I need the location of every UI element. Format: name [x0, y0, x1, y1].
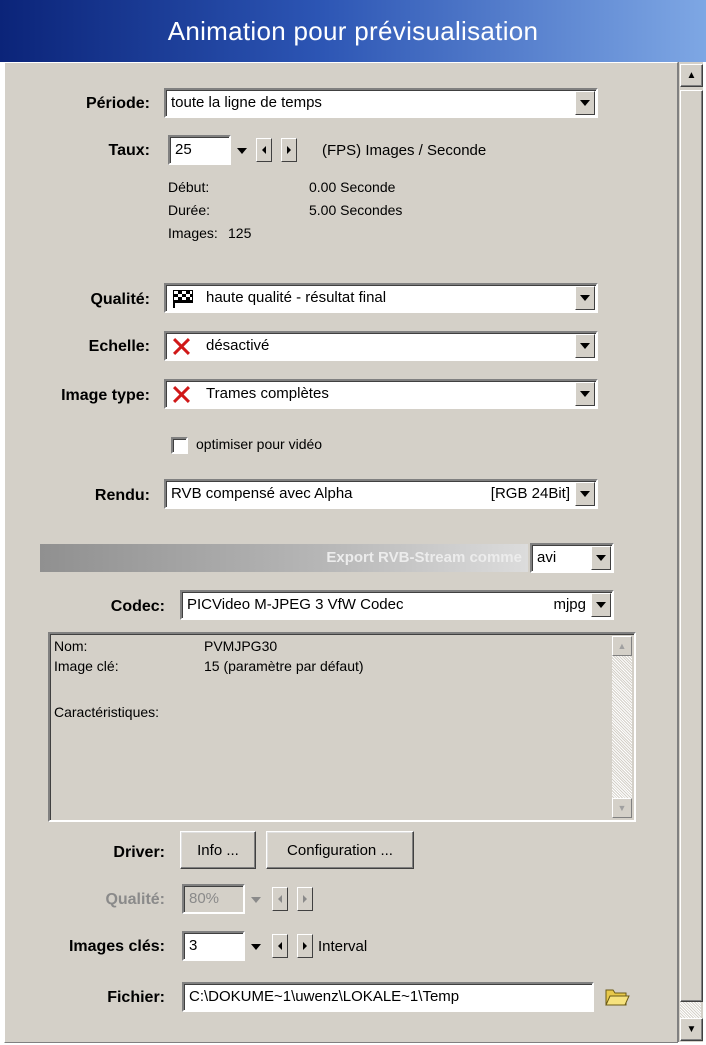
export-format-value: avi: [537, 549, 557, 566]
periode-dropdown-button[interactable]: [575, 91, 595, 115]
qualite-dropdown-button[interactable]: [575, 286, 595, 310]
scroll-thumb[interactable]: [680, 90, 703, 1002]
qualite-select[interactable]: haute qualité - résultat final: [164, 283, 598, 313]
periode-select[interactable]: toute la ligne de temps: [164, 88, 598, 118]
optimiser-checkbox[interactable]: [171, 437, 188, 454]
qualite-label: Qualité:: [90, 291, 150, 308]
codec-qualite-decrement-button[interactable]: [272, 887, 288, 911]
driver-info-button[interactable]: Info ...: [180, 831, 256, 869]
codec-keyframe-value: 15 (paramètre par défaut): [204, 658, 364, 674]
rendu-select[interactable]: RVB compensé avec Alpha [RGB 24Bit]: [164, 479, 598, 509]
codec-characteristics-label: Caractéristiques:: [54, 704, 160, 720]
arrow-left-icon: [262, 146, 266, 154]
scroll-down-button[interactable]: ▼: [680, 1018, 703, 1041]
chevron-down-icon: [596, 555, 606, 561]
chevron-down-icon: [596, 602, 606, 608]
codec-dropdown-button[interactable]: [591, 593, 611, 617]
codec-qualite-label: Qualité:: [105, 891, 165, 908]
driver-configuration-button[interactable]: Configuration ...: [266, 831, 414, 869]
image-type-dropdown-button[interactable]: [575, 382, 595, 406]
codec-nom-label: Nom:: [54, 638, 88, 654]
folder-icon[interactable]: [604, 986, 630, 1008]
checkered-flag-icon: [173, 290, 193, 308]
debut-label: Début:: [168, 179, 210, 195]
chevron-down-icon: [580, 391, 590, 397]
chevron-down-icon: [580, 295, 590, 301]
codec-nom-value: PVMJPG30: [204, 638, 278, 654]
export-header: Export RVB-Stream comme: [40, 544, 528, 572]
codec-fourcc-tag: mjpg: [553, 596, 586, 613]
arrow-right-icon: [303, 895, 307, 903]
codec-qualite-increment-button[interactable]: [297, 887, 313, 911]
codec-qualite-dropdown-arrow[interactable]: [251, 897, 261, 903]
echelle-select[interactable]: désactivé: [164, 331, 598, 361]
codec-info-scroll-up[interactable]: ▲: [612, 636, 632, 656]
taux-unit: (FPS) Images / Seconde: [322, 142, 487, 159]
codec-select[interactable]: PICVideo M-JPEG 3 VfW Codec mjpg: [180, 590, 614, 620]
fichier-path-input[interactable]: C:\DOKUME~1\uwenz\LOKALE~1\Temp: [182, 982, 594, 1012]
echelle-dropdown-button[interactable]: [575, 334, 595, 358]
export-format-dropdown-button[interactable]: [591, 546, 611, 570]
taux-increment-button[interactable]: [281, 138, 297, 162]
panel-scrollbar[interactable]: ▲ ▼: [678, 62, 703, 1042]
red-x-icon: [172, 385, 190, 403]
image-type-select[interactable]: Trames complètes: [164, 379, 598, 409]
images-cles-decrement-button[interactable]: [272, 934, 288, 958]
duree-label: Durée:: [168, 202, 211, 218]
images-value: 125: [228, 225, 252, 241]
image-type-value: Trames complètes: [206, 385, 329, 402]
codec-label: Codec:: [110, 598, 165, 615]
taux-value: 25: [175, 141, 192, 158]
images-cles-increment-button[interactable]: [297, 934, 313, 958]
qualite-value: haute qualité - résultat final: [206, 289, 387, 306]
taux-decrement-button[interactable]: [256, 138, 272, 162]
chevron-down-icon: [580, 343, 590, 349]
rendu-format-tag: [RGB 24Bit]: [490, 485, 570, 502]
scroll-up-button[interactable]: ▲: [680, 64, 703, 87]
red-x-icon: [172, 337, 190, 355]
periode-label: Période:: [85, 95, 150, 112]
codec-qualite-value: 80%: [189, 890, 220, 907]
codec-qualite-input[interactable]: 80%: [182, 884, 245, 914]
chevron-down-icon: [580, 100, 590, 106]
image-type-label: Image type:: [61, 387, 150, 404]
images-cles-value: 3: [189, 937, 198, 954]
arrow-right-icon: [303, 942, 307, 950]
scroll-track[interactable]: [680, 1002, 701, 1018]
taux-label: Taux:: [108, 142, 150, 159]
codec-info-scrollbar[interactable]: ▲ ▼: [612, 636, 632, 818]
images-label: Images:: [168, 225, 218, 241]
arrow-left-icon: [278, 942, 282, 950]
periode-value: toute la ligne de temps: [171, 94, 322, 111]
duree-value: 5.00 Secondes: [309, 202, 403, 218]
echelle-value: désactivé: [206, 337, 270, 354]
images-cles-label: Images clés:: [68, 938, 165, 955]
images-cles-input[interactable]: 3: [182, 931, 245, 961]
codec-value: PICVideo M-JPEG 3 VfW Codec: [187, 596, 404, 613]
arrow-left-icon: [278, 895, 282, 903]
codec-keyframe-label: Image clé:: [54, 658, 119, 674]
images-cles-suffix: Interval: [318, 938, 368, 955]
rendu-value: RVB compensé avec Alpha: [171, 485, 353, 502]
rendu-dropdown-button[interactable]: [575, 482, 595, 506]
export-format-select[interactable]: avi: [530, 543, 614, 573]
echelle-label: Echelle:: [88, 338, 150, 355]
taux-dropdown-arrow[interactable]: [237, 148, 247, 154]
images-cles-dropdown-arrow[interactable]: [251, 944, 261, 950]
chevron-down-icon: [580, 491, 590, 497]
rendu-label: Rendu:: [94, 487, 150, 504]
codec-info-box[interactable]: Nom: PVMJPG30 Image clé: 15 (paramètre p…: [48, 632, 636, 822]
fichier-label: Fichier:: [107, 989, 165, 1006]
fichier-path-value: C:\DOKUME~1\uwenz\LOKALE~1\Temp: [189, 988, 460, 1005]
codec-info-scroll-down[interactable]: ▼: [612, 798, 632, 818]
optimiser-label: optimiser pour vidéo: [196, 436, 323, 452]
taux-input[interactable]: 25: [168, 135, 231, 165]
debut-value: 0.00 Seconde: [309, 179, 396, 195]
arrow-right-icon: [287, 146, 291, 154]
driver-label: Driver:: [113, 844, 165, 861]
window-title: Animation pour prévisualisation: [0, 0, 706, 62]
